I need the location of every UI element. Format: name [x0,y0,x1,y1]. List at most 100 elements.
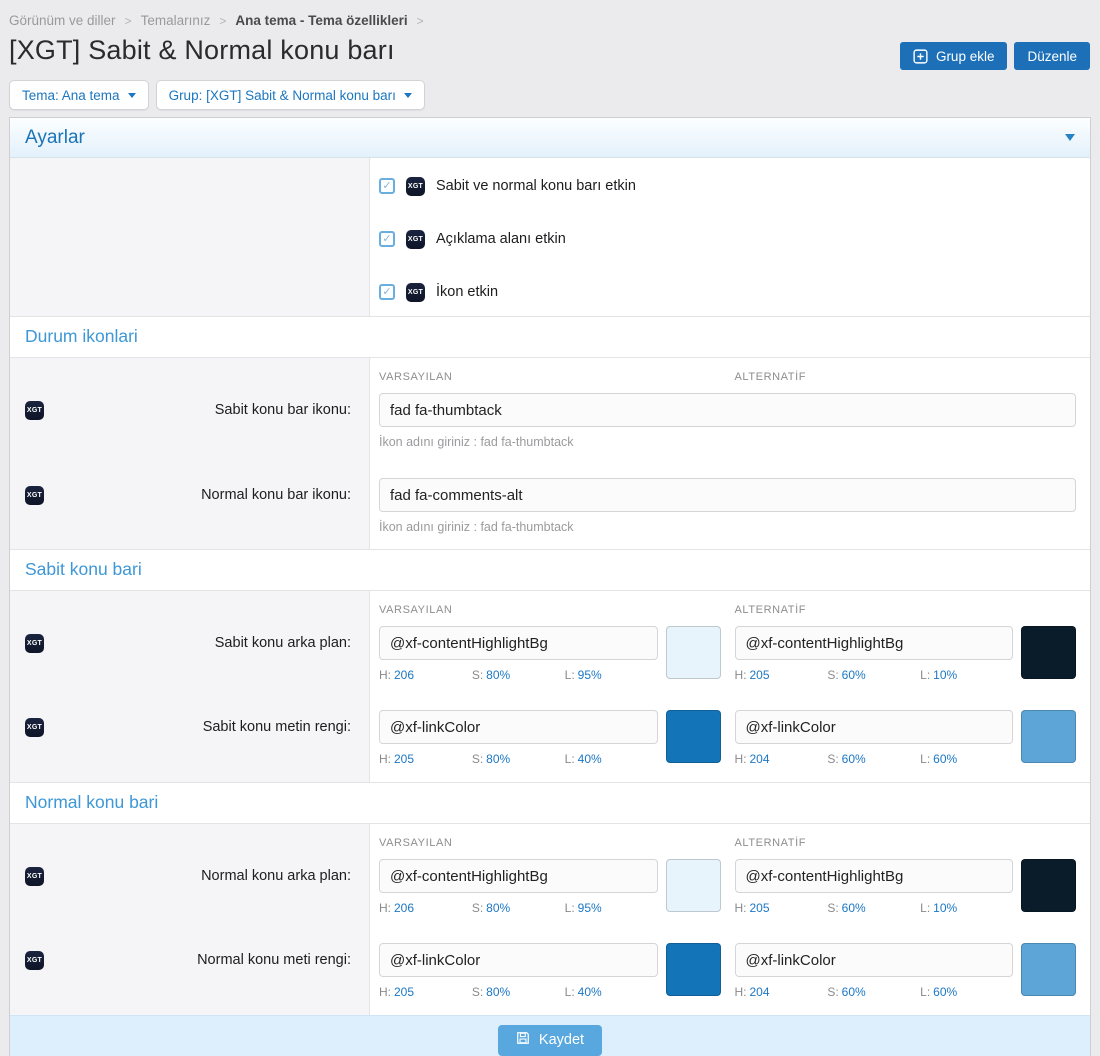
hsl-readout: H:206 S:80% L:95% [379,668,658,682]
field-label-cell: XGT Sabit konu bar ikonu: [10,393,370,478]
color-swatch[interactable] [1021,943,1076,996]
theme-selector[interactable]: Tema: Ana tema [9,80,149,110]
color-swatch[interactable] [1021,710,1076,763]
hsl-s-value: 60% [842,901,866,915]
checkbox[interactable]: ✓ [379,231,395,247]
color-swatch[interactable] [666,626,721,679]
hsl-s-label: S: [827,985,838,999]
color-value-input[interactable] [735,626,1014,660]
section-title-normal-bar: Normal konu bari [10,782,1090,824]
hsl-l-value: 10% [933,668,957,682]
settings-section-header[interactable]: Ayarlar [10,118,1090,158]
hsl-s-label: S: [472,901,483,915]
caret-down-icon [404,93,412,98]
hsl-h-value: 206 [394,668,414,682]
hsl-s-value: 80% [486,985,510,999]
color-value-input[interactable] [735,859,1014,893]
color-group-alternative: H:205 S:60% L:10% [735,626,1077,682]
field-hint: İkon adını giriniz : fad fa-thumbtack [379,435,1076,449]
normal-bar-section: VARSAYILAN ALTERNATİF XGT Normal konu ar… [10,824,1090,1015]
column-header-alternative: ALTERNATİF [735,371,1077,383]
field-hint: İkon adını giriniz : fad fa-thumbtack [379,520,1076,534]
hsl-l-value: 40% [578,985,602,999]
color-swatch[interactable] [666,859,721,912]
hsl-l-label: L: [920,985,930,999]
hsl-l-value: 40% [578,752,602,766]
hsl-h-label: H: [735,901,747,915]
hsl-l-label: L: [565,985,575,999]
field-label: Normal konu arka plan: [44,868,351,884]
chevron-down-icon [1065,134,1075,141]
checkbox-list: ✓ XGT Sabit ve normal konu barı etkin ✓ … [370,158,1090,316]
checkbox-row-bar-enabled: ✓ XGT Sabit ve normal konu barı etkin [379,176,1090,196]
hsl-h-value: 205 [394,752,414,766]
hsl-h-value: 204 [750,752,770,766]
color-group-alternative: H:204 S:60% L:60% [735,943,1077,999]
color-swatch[interactable] [666,710,721,763]
hsl-s-value: 60% [842,752,866,766]
hsl-s-value: 60% [842,668,866,682]
color-value-input[interactable] [379,710,658,744]
field-label: Sabit konu arka plan: [44,635,351,651]
xgt-badge-icon: XGT [25,486,44,505]
plus-square-icon [913,49,928,64]
checkbox-row-description-enabled: ✓ XGT Açıklama alanı etkin [379,229,1090,249]
column-header-default: VARSAYILAN [379,837,721,849]
breadcrumb-item-style-properties[interactable]: Ana tema - Tema özellikleri [235,13,407,28]
hsl-s-label: S: [827,901,838,915]
column-headers: VARSAYILAN ALTERNATİF [370,591,1090,626]
filter-row: Tema: Ana tema Grup: [XGT] Sabit & Norma… [9,80,1091,110]
hsl-h-label: H: [379,668,391,682]
field-label-cell: XGT Normal konu arka plan: [10,859,370,943]
hsl-h-value: 206 [394,901,414,915]
pinned-icon-input[interactable] [379,393,1076,427]
settings-checkbox-section: ✓ XGT Sabit ve normal konu barı etkin ✓ … [10,158,1090,316]
checkbox[interactable]: ✓ [379,284,395,300]
caret-down-icon [128,93,136,98]
color-value-input[interactable] [379,626,658,660]
save-button[interactable]: Kaydet [498,1025,602,1056]
hsl-h-label: H: [379,901,391,915]
column-header-default: VARSAYILAN [379,604,721,616]
column-headers: VARSAYILAN ALTERNATİF [370,824,1090,859]
group-selector-label: Grup: [XGT] Sabit & Normal konu barı [169,88,396,103]
hsl-h-label: H: [379,985,391,999]
add-group-button[interactable]: Grup ekle [900,42,1008,70]
edit-button[interactable]: Düzenle [1014,42,1090,70]
breadcrumb-item-styles[interactable]: Temalarınız [141,13,211,28]
hsl-s-value: 80% [486,901,510,915]
color-group-default: H:205 S:80% L:40% [379,710,721,766]
hsl-readout: H:205 S:60% L:10% [735,901,1014,915]
group-selector[interactable]: Grup: [XGT] Sabit & Normal konu barı [156,80,425,110]
hsl-s-label: S: [827,752,838,766]
color-swatch[interactable] [666,943,721,996]
color-value-input[interactable] [379,943,658,977]
field-label: Sabit konu metin rengi: [44,719,351,735]
hsl-l-label: L: [920,901,930,915]
panel-footer: Kaydet [10,1015,1090,1056]
hsl-h-label: H: [379,752,391,766]
hsl-l-label: L: [565,668,575,682]
checkbox[interactable]: ✓ [379,178,395,194]
hsl-h-value: 205 [750,901,770,915]
left-gutter [10,824,370,859]
color-value-input[interactable] [735,943,1014,977]
hsl-h-value: 204 [750,985,770,999]
field-label-cell: XGT Sabit konu arka plan: [10,626,370,710]
hsl-readout: H:205 S:60% L:10% [735,668,1014,682]
hsl-h-value: 205 [394,985,414,999]
color-value-input[interactable] [735,710,1014,744]
checkbox-row-icon-enabled: ✓ XGT İkon etkin [379,282,1090,302]
color-group-default: H:205 S:80% L:40% [379,943,721,999]
xgt-badge-icon: XGT [25,867,44,886]
color-swatch[interactable] [1021,626,1076,679]
theme-selector-label: Tema: Ana tema [22,88,120,103]
color-value-input[interactable] [379,859,658,893]
edit-label: Düzenle [1027,49,1077,64]
breadcrumb-item-appearance[interactable]: Görünüm ve diller [9,13,116,28]
normal-icon-input[interactable] [379,478,1076,512]
xgt-badge-icon: XGT [406,283,425,302]
xgt-badge-icon: XGT [406,230,425,249]
column-header-default: VARSAYILAN [379,371,721,383]
color-swatch[interactable] [1021,859,1076,912]
